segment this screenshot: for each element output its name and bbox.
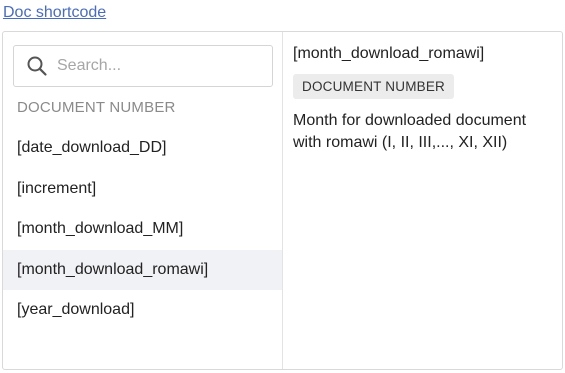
list-item-selected[interactable]: [month_download_romawi] <box>3 249 282 290</box>
list-item[interactable]: [date_download_DD] <box>3 128 282 169</box>
doc-shortcode-link[interactable]: Doc shortcode <box>3 3 106 23</box>
list-item[interactable]: [month_download_MM] <box>3 209 282 250</box>
detail-description: Month for downloaded document with romaw… <box>293 112 527 151</box>
search-input[interactable] <box>57 57 257 75</box>
list-item[interactable]: [year_download] <box>3 290 282 331</box>
section-header-document-number: DOCUMENT NUMBER <box>17 99 176 116</box>
list-item[interactable]: [increment] <box>3 169 282 210</box>
shortcode-detail-pane: [month_download_romawi] DOCUMENT NUMBER … <box>283 32 562 369</box>
search-field[interactable] <box>13 45 273 87</box>
category-badge: DOCUMENT NUMBER <box>293 74 455 99</box>
shortcode-popover: DOCUMENT NUMBER [date_download_DD] [incr… <box>2 31 563 370</box>
search-icon <box>25 54 49 78</box>
detail-title: [month_download_romawi] <box>293 45 485 62</box>
shortcode-list-pane: DOCUMENT NUMBER [date_download_DD] [incr… <box>3 32 283 369</box>
shortcode-list: [date_download_DD] [increment] [month_do… <box>3 128 282 331</box>
